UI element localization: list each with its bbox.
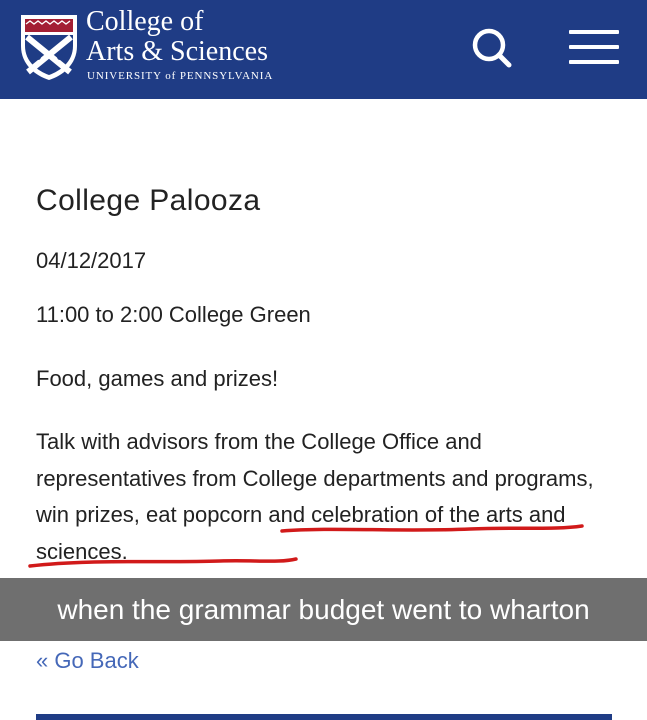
footer-bar <box>36 714 612 720</box>
hamburger-menu-icon[interactable] <box>563 26 623 68</box>
penn-shield-icon[interactable] <box>18 12 80 82</box>
brand-name-line2[interactable]: Arts & Sciences <box>86 36 268 68</box>
search-button[interactable] <box>468 24 516 72</box>
go-back-link[interactable]: « Go Back <box>36 648 139 674</box>
brand-name-line1[interactable]: College of <box>86 6 203 38</box>
event-description: Talk with advisors from the College Offi… <box>36 429 594 564</box>
event-date: 04/12/2017 <box>36 248 147 273</box>
event-summary: Food, games and prizes! <box>36 366 279 391</box>
event-title: College Palooza <box>36 184 261 217</box>
search-icon <box>472 28 512 68</box>
event-time-location: 11:00 to 2:00 College Green <box>36 302 311 327</box>
brand-university-line[interactable]: UNIVERSITY of PENNSYLVANIA <box>87 70 273 82</box>
meme-caption: when the grammar budget went to wharton <box>0 578 647 641</box>
site-header: College of Arts & Sciences UNIVERSITY of… <box>0 0 647 99</box>
